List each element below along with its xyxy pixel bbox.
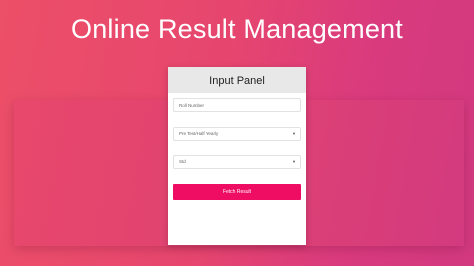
panel-title: Input Panel [168,67,306,93]
app-title: Online Result Management [71,14,403,44]
dropdown-caret-icon: ▼ [292,159,296,164]
roll-number-input[interactable] [179,99,289,111]
exam-type-select[interactable]: Pre Test/Half Yearly ▼ [173,127,301,141]
dropdown-caret-icon: ▼ [292,131,296,136]
exam-type-selected: Pre Test/Half Yearly [179,131,219,136]
roll-number-field[interactable] [173,98,301,112]
standard-selected: Std [179,159,186,164]
fetch-result-button[interactable]: Fetch Result [173,184,301,200]
input-panel: Input Panel Pre Test/Half Yearly ▼ Std ▼… [168,67,306,245]
standard-select[interactable]: Std ▼ [173,155,301,169]
